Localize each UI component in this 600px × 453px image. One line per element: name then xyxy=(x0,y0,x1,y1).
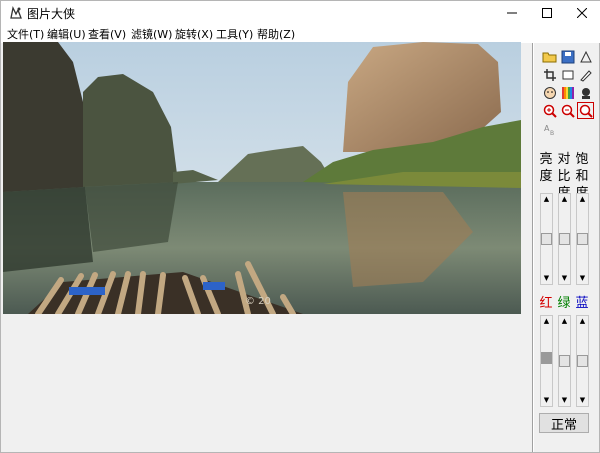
blue-slider[interactable]: ▲ ▼ xyxy=(576,315,589,407)
zoom-fit-button[interactable] xyxy=(577,102,594,119)
maximize-button[interactable] xyxy=(530,1,564,25)
image-canvas[interactable]: © 20 xyxy=(3,42,521,314)
blue-label: 蓝 xyxy=(575,296,589,311)
contrast-down-arrow[interactable]: ▼ xyxy=(559,273,570,284)
saturation-down-arrow[interactable]: ▼ xyxy=(577,273,588,284)
brightness-slider[interactable]: ▲ ▼ xyxy=(540,193,553,285)
contrast-slider[interactable]: ▲ ▼ xyxy=(558,193,571,285)
canvas-background xyxy=(3,314,521,452)
save-button[interactable] xyxy=(559,48,576,65)
menu-filter[interactable]: 滤镜(W) xyxy=(131,26,172,42)
menu-tools[interactable]: 工具(Y) xyxy=(216,26,253,42)
zoom-out-button[interactable] xyxy=(559,102,576,119)
rectangle-icon xyxy=(562,70,573,79)
save-icon xyxy=(561,50,574,63)
crop-icon xyxy=(543,68,556,81)
text-ab-icon: AB xyxy=(544,124,554,136)
app-logo-icon xyxy=(10,6,22,19)
green-slider[interactable]: ▲ ▼ xyxy=(558,315,571,407)
zoom-out-icon xyxy=(561,104,575,118)
blue-down-arrow[interactable]: ▼ xyxy=(577,395,588,406)
red-up-arrow[interactable]: ▲ xyxy=(541,316,552,327)
app-window: 图片大侠 文件(T) 编辑(U) 查看(V) 滤镜(W) 旋转(X) 工具(Y)… xyxy=(0,0,600,453)
zoom-icon xyxy=(579,104,593,118)
menu-rotate[interactable]: 旋转(X) xyxy=(175,26,213,42)
brightness-label: 亮 度 xyxy=(539,151,553,185)
crop-button[interactable] xyxy=(541,66,558,83)
panel-divider-highlight xyxy=(533,43,534,452)
blue-up-arrow[interactable]: ▲ xyxy=(577,316,588,327)
rainbow-icon xyxy=(561,86,574,99)
close-button[interactable] xyxy=(565,1,599,25)
brightness-up-arrow[interactable]: ▲ xyxy=(541,194,552,205)
expand-icon xyxy=(579,50,592,62)
close-icon xyxy=(577,8,587,18)
menu-file[interactable]: 文件(T) xyxy=(7,26,44,42)
face-filter-button[interactable] xyxy=(541,84,558,101)
eraser-button[interactable] xyxy=(577,66,594,83)
green-down-arrow[interactable]: ▼ xyxy=(559,395,570,406)
portrait-button[interactable] xyxy=(577,84,594,101)
color-palette-button[interactable] xyxy=(559,84,576,101)
red-thumb[interactable] xyxy=(541,352,552,364)
contrast-up-arrow[interactable]: ▲ xyxy=(559,194,570,205)
zoom-in-icon xyxy=(543,104,557,118)
green-up-arrow[interactable]: ▲ xyxy=(559,316,570,327)
window-title: 图片大侠 xyxy=(27,7,76,21)
red-slider[interactable]: ▲ ▼ xyxy=(540,315,553,407)
reset-normal-button[interactable]: 正常 xyxy=(539,413,589,433)
watermark: © 20 xyxy=(245,296,271,307)
landscape-photo: © 20 xyxy=(3,42,521,314)
saturation-up-arrow[interactable]: ▲ xyxy=(577,194,588,205)
contrast-thumb[interactable] xyxy=(559,233,570,245)
face-icon xyxy=(543,86,556,99)
select-rect-button[interactable] xyxy=(559,66,576,83)
saturation-slider[interactable]: ▲ ▼ xyxy=(576,193,589,285)
contrast-char-1: 对 xyxy=(557,152,571,167)
zoom-in-button[interactable] xyxy=(541,102,558,119)
blue-thumb[interactable] xyxy=(577,355,588,367)
saturation-char-2: 和 xyxy=(575,169,589,184)
saturation-char-1: 饱 xyxy=(575,152,589,167)
portrait-icon xyxy=(581,87,590,99)
minimize-button[interactable] xyxy=(495,1,529,25)
text-tool-button[interactable]: AB xyxy=(541,120,558,137)
svg-text:B: B xyxy=(550,130,554,136)
pen-icon xyxy=(579,69,592,82)
brightness-char-1: 亮 xyxy=(539,152,553,167)
menu-edit[interactable]: 编辑(U) xyxy=(47,26,86,42)
contrast-char-2: 比 xyxy=(557,169,571,184)
brightness-down-arrow[interactable]: ▼ xyxy=(541,273,552,284)
menu-bar: 文件(T) 编辑(U) 查看(V) 滤镜(W) 旋转(X) 工具(Y) 帮助(Z… xyxy=(1,25,600,43)
folder-icon xyxy=(542,52,557,63)
saturation-thumb[interactable] xyxy=(577,233,588,245)
menu-help[interactable]: 帮助(Z) xyxy=(257,26,295,42)
minimize-icon xyxy=(507,12,517,14)
maximize-icon xyxy=(542,8,552,18)
red-label: 红 xyxy=(539,296,553,311)
brightness-thumb[interactable] xyxy=(541,233,552,245)
open-folder-button[interactable] xyxy=(541,48,558,65)
brightness-char-2: 度 xyxy=(539,169,553,184)
green-label: 绿 xyxy=(557,296,571,311)
green-thumb[interactable] xyxy=(559,355,570,367)
title-bar: 图片大侠 xyxy=(1,1,600,25)
fit-window-button[interactable] xyxy=(577,48,594,65)
red-down-arrow[interactable]: ▼ xyxy=(541,395,552,406)
menu-view[interactable]: 查看(V) xyxy=(88,26,126,42)
